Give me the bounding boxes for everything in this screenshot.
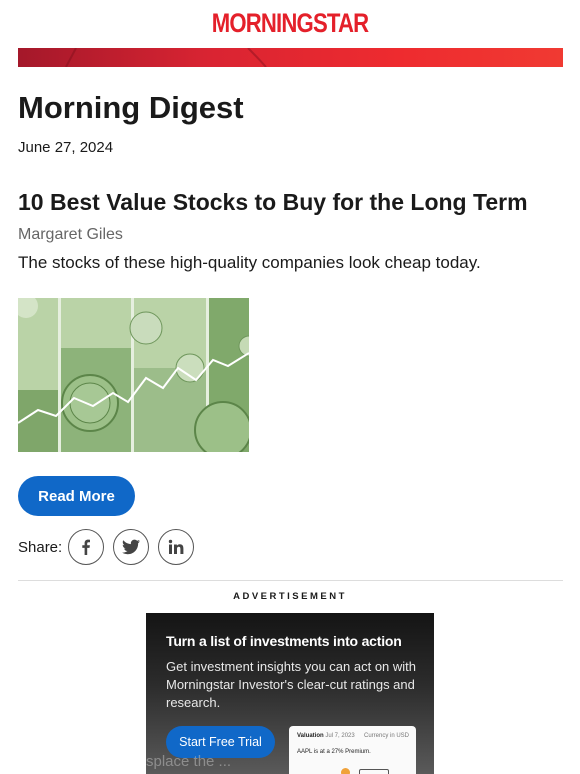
valuation-card-text: AAPL is at a 27% Premium. [297, 749, 371, 755]
valuation-card: Valuation Jul 7, 2023 Currency in USD AA… [289, 726, 416, 774]
newsletter-title: Morning Digest [18, 90, 244, 125]
valuation-card-date: Jul 7, 2023 [325, 733, 355, 739]
article-author: Margaret Giles [18, 226, 123, 243]
ad-body-text: Get investment insights you can act on w… [166, 659, 417, 710]
share-facebook-button[interactable] [68, 529, 104, 565]
coins-chart-illustration [18, 298, 249, 452]
advertisement-label: ADVERTISEMENT [233, 591, 347, 602]
article-headline[interactable]: 10 Best Value Stocks to Buy for the Long… [18, 189, 528, 216]
valuation-indicator [341, 768, 350, 774]
valuation-scale [359, 769, 389, 774]
read-more-button[interactable]: Read More [18, 476, 135, 516]
share-linkedin-button[interactable] [158, 529, 194, 565]
brand-banner [18, 48, 563, 67]
morningstar-logo[interactable]: MORNINGSTAR [52, 8, 528, 39]
advertisement-banner[interactable]: Turn a list of investments into action G… [146, 613, 434, 774]
share-twitter-button[interactable] [113, 529, 149, 565]
linkedin-icon [168, 539, 184, 554]
newsletter-date: June 27, 2024 [18, 139, 114, 156]
article-image[interactable] [18, 298, 249, 452]
twitter-icon [122, 539, 140, 555]
valuation-card-currency: Currency in USD [363, 733, 409, 739]
ad-headline: Turn a list of investments into action [166, 633, 402, 649]
share-label: Share: [18, 539, 63, 556]
article-summary: The stocks of these high-quality compani… [18, 253, 481, 272]
section-divider [18, 580, 563, 581]
valuation-card-title: Valuation Jul 7, 2023 [297, 733, 355, 739]
facebook-icon [82, 539, 90, 555]
preheader-ghost-text: splace the ... [146, 753, 232, 770]
